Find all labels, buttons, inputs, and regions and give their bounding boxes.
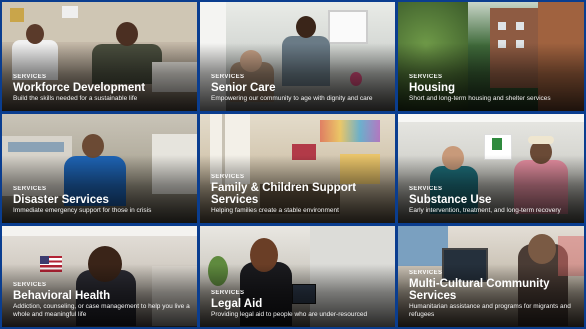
tile-kicker: SERVICES bbox=[409, 186, 443, 192]
tile-kicker: SERVICES bbox=[211, 290, 245, 296]
tile-disaster-services[interactable]: SERVICES Disaster Services Immediate eme… bbox=[2, 114, 197, 223]
tile-description: Early intervention, treatment, and long-… bbox=[409, 207, 561, 214]
tile-title[interactable]: Senior Care bbox=[211, 82, 387, 94]
tile-caption: SERVICES Legal Aid Providing legal aid t… bbox=[211, 290, 387, 319]
tile-caption: SERVICES Senior Care Empowering our comm… bbox=[211, 74, 387, 103]
tile-kicker: SERVICES bbox=[409, 270, 443, 276]
tile-caption: SERVICES Substance Use Early interventio… bbox=[409, 186, 576, 215]
tile-title[interactable]: Workforce Development bbox=[13, 82, 189, 94]
tile-substance-use[interactable]: SERVICES Substance Use Early interventio… bbox=[398, 114, 584, 223]
tile-caption: SERVICES Family & Children Support Servi… bbox=[211, 174, 387, 215]
tile-behavioral-health[interactable]: SERVICES Behavioral Health Addiction, co… bbox=[2, 226, 197, 327]
tile-description: Empowering our community to age with dig… bbox=[211, 95, 373, 102]
tile-description: Short and long-term housing and shelter … bbox=[409, 95, 551, 102]
tile-title[interactable]: Housing bbox=[409, 82, 576, 94]
tile-caption: SERVICES Workforce Development Build the… bbox=[13, 74, 189, 103]
tile-caption: SERVICES Disaster Services Immediate eme… bbox=[13, 186, 189, 215]
tile-description: Immediate emergency support for those in… bbox=[13, 207, 152, 214]
tile-title[interactable]: Legal Aid bbox=[211, 298, 387, 310]
tile-housing[interactable]: SERVICES Housing Short and long-term hou… bbox=[398, 2, 584, 111]
tile-description: Humanitarian assistance and programs for… bbox=[409, 303, 571, 318]
tile-senior-care[interactable]: SERVICES Senior Care Empowering our comm… bbox=[200, 2, 395, 111]
tile-legal-aid[interactable]: SERVICES Legal Aid Providing legal aid t… bbox=[200, 226, 395, 327]
tile-workforce-development[interactable]: SERVICES Workforce Development Build the… bbox=[2, 2, 197, 111]
tile-description: Helping families create a stable environ… bbox=[211, 207, 339, 214]
tile-description: Build the skills needed for a sustainabl… bbox=[13, 95, 138, 102]
tile-kicker: SERVICES bbox=[13, 186, 47, 192]
tile-description: Addiction, counseling, or case managemen… bbox=[13, 303, 190, 318]
tile-multi-cultural-community[interactable]: SERVICES Multi-Cultural Community Servic… bbox=[398, 226, 584, 327]
tile-description: Providing legal aid to people who are un… bbox=[211, 311, 368, 318]
tile-kicker: SERVICES bbox=[13, 282, 47, 288]
tile-title[interactable]: Family & Children Support Services bbox=[211, 182, 361, 206]
tile-caption: SERVICES Housing Short and long-term hou… bbox=[409, 74, 576, 103]
tile-title[interactable]: Behavioral Health bbox=[13, 290, 189, 302]
services-grid: SERVICES Workforce Development Build the… bbox=[2, 2, 584, 327]
tile-family-children-support[interactable]: SERVICES Family & Children Support Servi… bbox=[200, 114, 395, 223]
tile-title[interactable]: Substance Use bbox=[409, 194, 576, 206]
tile-title[interactable]: Disaster Services bbox=[13, 194, 189, 206]
tile-title[interactable]: Multi-Cultural Community Services bbox=[409, 278, 559, 302]
tile-kicker: SERVICES bbox=[211, 74, 245, 80]
tile-caption: SERVICES Behavioral Health Addiction, co… bbox=[13, 282, 190, 319]
tile-kicker: SERVICES bbox=[211, 174, 245, 180]
tile-kicker: SERVICES bbox=[13, 74, 47, 80]
tile-caption: SERVICES Multi-Cultural Community Servic… bbox=[409, 270, 576, 319]
tile-kicker: SERVICES bbox=[409, 74, 443, 80]
